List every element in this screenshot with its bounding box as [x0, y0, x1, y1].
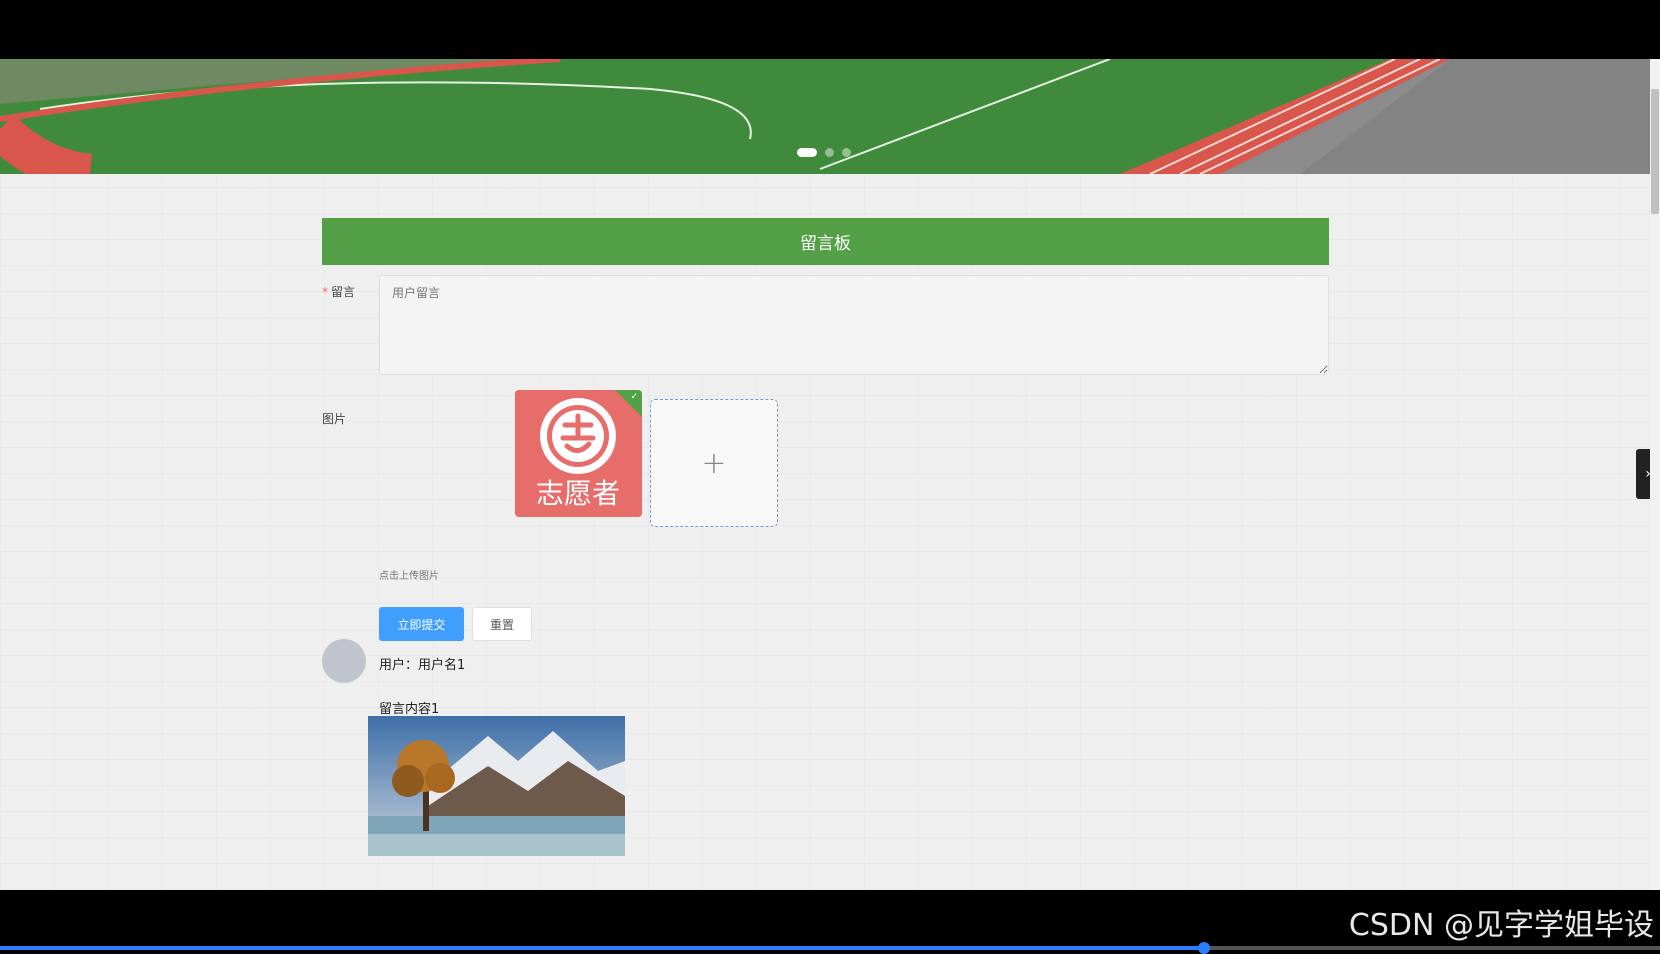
carousel-dot[interactable] [797, 148, 817, 157]
image-label: 图片 [322, 412, 347, 426]
message-label-text: 留言 [331, 285, 356, 299]
csdn-watermark: CSDN @见字学姐毕设 [1348, 908, 1654, 943]
message-board-panel: 留言板 *留言 图片 志愿者 ✓ + 点击上传图片 立即提交 重置 [322, 218, 1329, 856]
message-label: * 留言 [322, 283, 355, 300]
plus-icon: + [701, 445, 727, 481]
comment-user: 用户：用户名1 [379, 658, 466, 673]
carousel-dot[interactable] [842, 148, 851, 157]
top-letterbox [0, 0, 1660, 59]
check-icon: ✓ [630, 392, 638, 402]
comment-image [368, 716, 625, 856]
video-progress-knob[interactable] [1197, 942, 1210, 954]
required-star: * [322, 285, 328, 299]
video-controls-bar: CSDN @见字学姐毕设 [0, 890, 1660, 954]
avatar [322, 639, 366, 683]
message-textarea[interactable] [379, 275, 1329, 375]
logo-caption: 志愿者 [536, 477, 620, 510]
comment-content: 留言内容1 [379, 702, 440, 717]
carousel-dot[interactable] [825, 148, 834, 157]
video-progress-bar[interactable] [0, 942, 1660, 954]
landscape-photo [368, 716, 625, 856]
upload-hint: 点击上传图片 [379, 571, 439, 582]
board-title: 留言板 [322, 218, 1329, 265]
submit-button[interactable]: 立即提交 [379, 607, 464, 641]
scrollbar-thumb[interactable] [1651, 89, 1659, 214]
page-viewport: 留言板 *留言 图片 志愿者 ✓ + 点击上传图片 立即提交 重置 [0, 59, 1660, 890]
carousel-indicators [797, 148, 851, 157]
uploaded-image-thumbnail[interactable]: 志愿者 ✓ [515, 390, 642, 517]
carousel-banner [0, 59, 1650, 174]
page-scrollbar[interactable] [1650, 59, 1660, 890]
reset-button[interactable]: 重置 [472, 607, 532, 641]
image-upload-button[interactable]: + [650, 399, 778, 527]
volunteer-logo-icon: 志愿者 [515, 390, 642, 517]
video-progress-fill [0, 946, 1204, 950]
